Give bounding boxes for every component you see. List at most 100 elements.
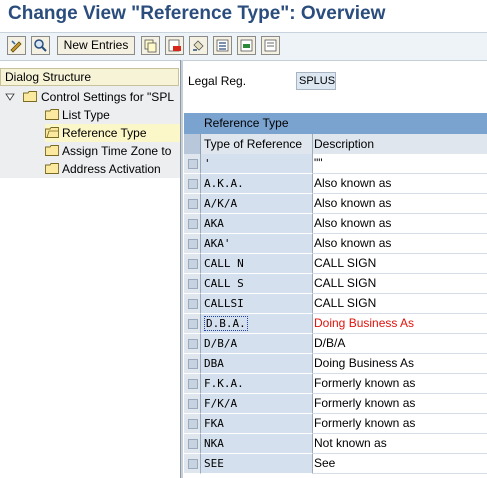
delete-icon[interactable] — [165, 36, 184, 55]
type-of-reference-cell[interactable]: F/K/A — [201, 394, 313, 414]
new-entries-button[interactable]: New Entries — [57, 36, 135, 55]
row-selector[interactable] — [184, 294, 201, 314]
type-of-reference-cell[interactable]: D.B.A. — [201, 314, 313, 334]
dialog-structure-tree: Control Settings for "SPL List Type Refe… — [0, 86, 180, 178]
table-row[interactable]: D.B.A. Doing Business As — [184, 314, 487, 334]
tree-item-list-type[interactable]: List Type — [45, 106, 180, 124]
table-row[interactable]: F/K/A Formerly known as — [184, 394, 487, 414]
tree-item-label: Assign Time Zone to — [62, 144, 172, 158]
row-selector[interactable] — [184, 314, 201, 334]
folder-open-icon — [23, 91, 37, 102]
row-selector[interactable] — [184, 334, 201, 354]
display-change-icon[interactable] — [7, 36, 26, 55]
type-of-reference-cell[interactable]: CALL S — [201, 274, 313, 294]
type-of-reference-cell[interactable]: DBA — [201, 354, 313, 374]
type-of-reference-cell[interactable]: SEE — [201, 454, 313, 474]
select-block-icon[interactable] — [237, 36, 256, 55]
row-selector[interactable] — [184, 394, 201, 414]
table-row[interactable]: CALL S CALL SIGN — [184, 274, 487, 294]
description-cell[interactable]: Doing Business As — [313, 314, 487, 334]
type-of-reference-value: F.K.A. — [204, 377, 244, 390]
description-cell[interactable]: Also known as — [313, 214, 487, 234]
description-cell[interactable]: D/B/A — [313, 334, 487, 354]
select-all-icon[interactable] — [213, 36, 232, 55]
type-of-reference-cell[interactable]: A/K/A — [201, 194, 313, 214]
description-cell[interactable]: Formerly known as — [313, 374, 487, 394]
dialog-structure-panel: Dialog Structure Control Settings for "S… — [0, 68, 180, 478]
dialog-structure-header: Dialog Structure — [0, 68, 179, 86]
description-cell[interactable]: "" — [313, 154, 487, 174]
description-cell[interactable]: Formerly known as — [313, 394, 487, 414]
table-row[interactable]: D/B/A D/B/A — [184, 334, 487, 354]
description-cell[interactable]: Also known as — [313, 194, 487, 214]
row-selector[interactable] — [184, 154, 201, 174]
type-of-reference-cell[interactable]: AKA — [201, 214, 313, 234]
table-row[interactable]: ' "" — [184, 154, 487, 174]
deselect-all-icon[interactable] — [261, 36, 280, 55]
copy-icon[interactable] — [141, 36, 160, 55]
description-cell[interactable]: Not known as — [313, 434, 487, 454]
type-of-reference-value: CALL N — [204, 257, 244, 270]
type-of-reference-cell[interactable]: F.K.A. — [201, 374, 313, 394]
column-header-type[interactable]: Type of Reference — [201, 134, 313, 154]
undo-icon[interactable] — [189, 36, 208, 55]
type-of-reference-cell[interactable]: CALLSI — [201, 294, 313, 314]
table-row[interactable]: CALLSI CALL SIGN — [184, 294, 487, 314]
row-selector[interactable] — [184, 354, 201, 374]
select-all-rows-button[interactable] — [184, 134, 201, 154]
description-cell[interactable]: Also known as — [313, 174, 487, 194]
folder-icon — [45, 145, 59, 156]
description-cell[interactable]: See — [313, 454, 487, 474]
row-selector[interactable] — [184, 174, 201, 194]
tree-item-label: List Type — [62, 108, 110, 122]
type-of-reference-value: AKA — [204, 217, 224, 230]
description-cell[interactable]: CALL SIGN — [313, 294, 487, 314]
description-cell[interactable]: Formerly known as — [313, 414, 487, 434]
details-icon[interactable] — [31, 36, 50, 55]
type-of-reference-cell[interactable]: A.K.A. — [201, 174, 313, 194]
column-header-description[interactable]: Description — [313, 134, 487, 154]
table-row[interactable]: DBA Doing Business As — [184, 354, 487, 374]
row-selector[interactable] — [184, 434, 201, 454]
type-of-reference-value: F/K/A — [204, 397, 238, 410]
row-selector[interactable] — [184, 454, 201, 474]
description-cell[interactable]: Doing Business As — [313, 354, 487, 374]
type-of-reference-cell[interactable]: NKA — [201, 434, 313, 454]
table-row[interactable]: AKA Also known as — [184, 214, 487, 234]
table-row[interactable]: A/K/A Also known as — [184, 194, 487, 214]
table-row[interactable]: FKA Formerly known as — [184, 414, 487, 434]
type-of-reference-cell[interactable]: FKA — [201, 414, 313, 434]
type-of-reference-value: DBA — [204, 357, 224, 370]
type-of-reference-cell[interactable]: ' — [201, 154, 313, 174]
folder-icon — [45, 109, 59, 120]
table-row[interactable]: CALL N CALL SIGN — [184, 254, 487, 274]
tree-item-reference-type[interactable]: Reference Type — [45, 124, 180, 142]
table-row[interactable]: AKA' Also known as — [184, 234, 487, 254]
row-selector[interactable] — [184, 194, 201, 214]
description-cell[interactable]: CALL SIGN — [313, 254, 487, 274]
description-cell[interactable]: Also known as — [313, 234, 487, 254]
tree-item-address-activation[interactable]: Address Activation — [45, 160, 180, 178]
table-row[interactable]: F.K.A. Formerly known as — [184, 374, 487, 394]
table-row[interactable]: NKA Not known as — [184, 434, 487, 454]
row-selector[interactable] — [184, 214, 201, 234]
table-row[interactable]: SEE See — [184, 454, 487, 474]
collapse-icon[interactable] — [5, 93, 15, 101]
type-of-reference-value: D/B/A — [204, 337, 238, 350]
row-selector[interactable] — [184, 374, 201, 394]
table-row[interactable]: A.K.A. Also known as — [184, 174, 487, 194]
type-of-reference-cell[interactable]: D/B/A — [201, 334, 313, 354]
description-cell[interactable]: CALL SIGN — [313, 274, 487, 294]
row-selector[interactable] — [184, 414, 201, 434]
title-bar: Change View "Reference Type": Overview — [0, 0, 487, 33]
legal-reg-field[interactable]: SPLUS — [296, 72, 336, 90]
row-selector[interactable] — [184, 274, 201, 294]
type-of-reference-cell[interactable]: AKA' — [201, 234, 313, 254]
folder-icon — [45, 163, 59, 174]
table-header: Type of Reference Description — [184, 134, 487, 154]
type-of-reference-value: NKA — [204, 437, 224, 450]
tree-item-assign-time-zone[interactable]: Assign Time Zone to — [45, 142, 180, 160]
row-selector[interactable] — [184, 234, 201, 254]
type-of-reference-cell[interactable]: CALL N — [201, 254, 313, 274]
row-selector[interactable] — [184, 254, 201, 274]
